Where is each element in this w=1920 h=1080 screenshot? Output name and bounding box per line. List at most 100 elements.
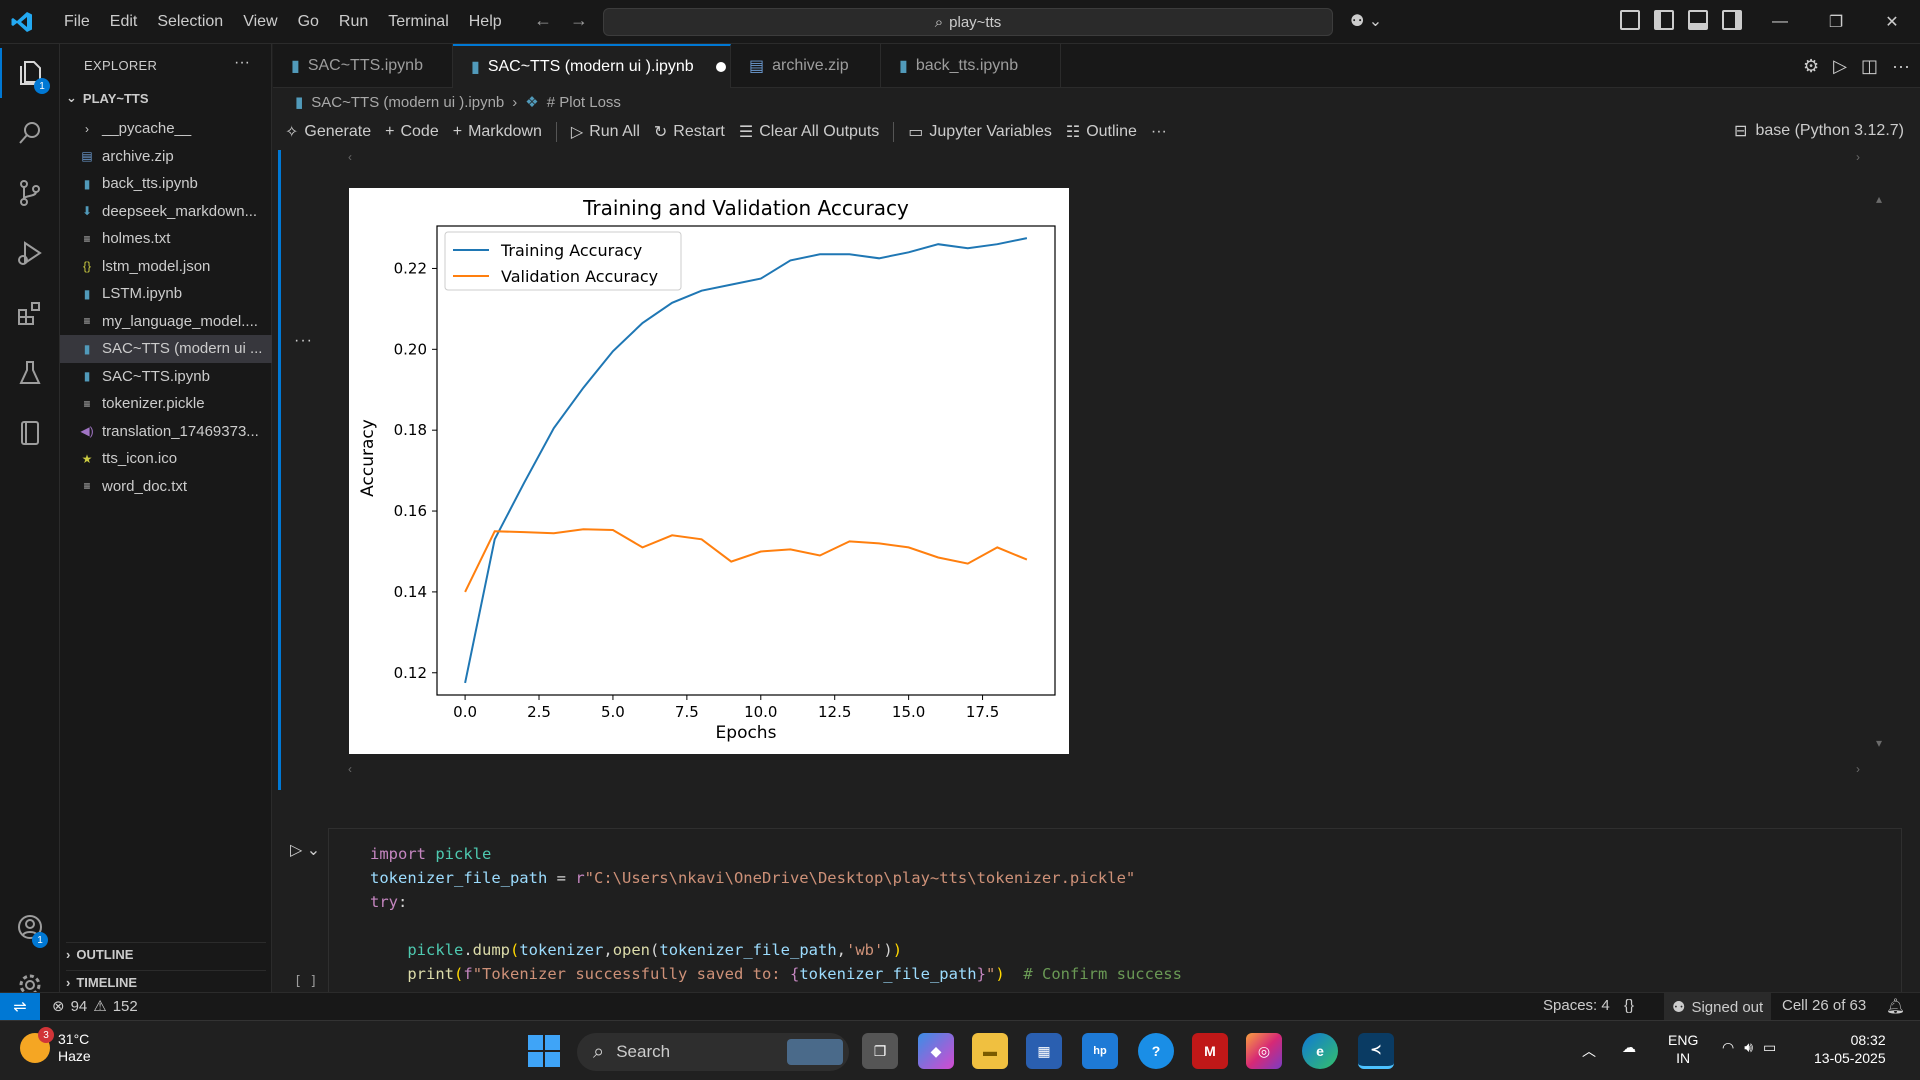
toggle-secondary-sidebar-icon[interactable] — [1722, 10, 1742, 30]
menu-selection[interactable]: Selection — [147, 13, 233, 31]
scroll-up-icon[interactable]: ‹ — [348, 150, 352, 164]
menu-run[interactable]: Run — [329, 13, 378, 31]
scroll-up-arrow-icon[interactable]: ▴ — [1876, 192, 1882, 206]
tree-item-pycache[interactable]: › __pycache__ — [60, 115, 272, 143]
tree-item-lstm-json[interactable]: {} lstm_model.json — [60, 253, 272, 281]
add-code-button[interactable]: + Code — [385, 123, 439, 141]
menu-go[interactable]: Go — [288, 13, 329, 31]
menu-file[interactable]: File — [54, 13, 100, 31]
menu-help[interactable]: Help — [459, 13, 512, 31]
timeline-section[interactable]: › TIMELINE — [66, 970, 266, 990]
kernel-picker[interactable]: ⊟ base (Python 3.12.7) — [1734, 121, 1904, 141]
tree-item-translation[interactable]: ◀) translation_17469373... — [60, 418, 272, 446]
tree-item-holmes[interactable]: ≡ holmes.txt — [60, 225, 272, 253]
output-more-icon[interactable]: ··· — [294, 332, 313, 350]
tab-sac-tts[interactable]: ▮ SAC~TTS.ipynb — [273, 44, 453, 88]
breadcrumb-section[interactable]: # Plot Loss — [547, 94, 621, 111]
run-cell-button[interactable]: ▷ ⌄ — [290, 840, 320, 860]
tab-archive[interactable]: ▤ archive.zip — [731, 44, 881, 88]
windows-start-icon[interactable] — [528, 1035, 560, 1067]
more-actions-icon[interactable]: ··· — [1892, 56, 1910, 77]
tab-back-tts[interactable]: ▮ back_tts.ipynb — [881, 44, 1061, 88]
scroll-down-arrow-icon[interactable]: ▾ — [1876, 736, 1882, 750]
more-actions-icon[interactable]: ··· — [234, 54, 250, 72]
show-hidden-icons-icon[interactable]: ︿ — [1582, 1041, 1596, 1061]
restore-icon[interactable]: ❐ — [1808, 0, 1864, 44]
microsoft-store-icon[interactable]: ▦ — [1026, 1033, 1062, 1069]
settings-gear-icon[interactable]: ⚙ — [1803, 56, 1819, 77]
cell-position-indicator[interactable]: Cell 26 of 63 — [1782, 997, 1866, 1014]
tree-item-sac-tts[interactable]: ▮ SAC~TTS.ipynb — [60, 363, 272, 391]
language-indicator[interactable]: ENG IN — [1668, 1031, 1698, 1067]
search-activity[interactable] — [0, 108, 60, 158]
menu-view[interactable]: View — [233, 13, 287, 31]
tree-item-word-doc[interactable]: ≡ word_doc.txt — [60, 473, 272, 501]
scroll-right-icon[interactable]: › — [1856, 762, 1860, 776]
toggle-primary-sidebar-icon[interactable] — [1654, 10, 1674, 30]
close-icon[interactable]: ✕ — [1864, 0, 1920, 44]
scroll-right-icon[interactable]: › — [1856, 150, 1860, 164]
language-mode-icon[interactable]: {} — [1624, 997, 1634, 1014]
tree-item-deepseek[interactable]: ⬇ deepseek_markdown... — [60, 198, 272, 226]
scroll-left-icon[interactable]: ‹ — [348, 762, 352, 776]
vscode-taskbar-icon[interactable]: ≺ — [1358, 1033, 1394, 1069]
testing-activity[interactable] — [0, 348, 60, 398]
add-markdown-button[interactable]: + Markdown — [453, 123, 542, 141]
forward-arrow-icon[interactable]: → — [570, 10, 588, 31]
tree-item-back-tts[interactable]: ▮ back_tts.ipynb — [60, 170, 272, 198]
restart-button[interactable]: ↻ Restart — [654, 122, 725, 142]
run-icon[interactable]: ▷ — [1833, 56, 1847, 77]
back-arrow-icon[interactable]: ← — [534, 10, 552, 31]
onedrive-icon[interactable]: ☁ — [1622, 1039, 1636, 1056]
accounts-activity[interactable]: 1 — [0, 902, 60, 952]
command-center-search[interactable]: ⌕ play~tts — [603, 8, 1333, 36]
task-view-icon[interactable]: ❐ — [862, 1033, 898, 1069]
outline-button[interactable]: ☷ Outline — [1066, 122, 1137, 142]
tree-item-tts-icon[interactable]: ★ tts_icon.ico — [60, 445, 272, 473]
tree-item-lstm-notebook[interactable]: ▮ LSTM.ipynb — [60, 280, 272, 308]
folder-header[interactable]: ⌄ PLAY~TTS — [66, 90, 149, 106]
clock[interactable]: 08:32 13-05-2025 — [1814, 1031, 1886, 1067]
help-app-icon[interactable]: ? — [1138, 1033, 1174, 1069]
menu-edit[interactable]: Edit — [100, 13, 148, 31]
extensions-activity[interactable] — [0, 288, 60, 338]
clear-outputs-button[interactable]: ☰ Clear All Outputs — [739, 122, 879, 142]
more-actions-icon[interactable]: ··· — [1151, 123, 1167, 141]
minimize-icon[interactable]: — — [1752, 0, 1808, 44]
menu-terminal[interactable]: Terminal — [378, 13, 458, 31]
weather-widget[interactable]: 3 31°C Haze — [20, 1027, 91, 1065]
jupyter-variables-button[interactable]: ▭ Jupyter Variables — [908, 122, 1052, 142]
tree-item-archive[interactable]: ▤ archive.zip — [60, 143, 272, 171]
mcafee-icon[interactable]: M — [1192, 1033, 1228, 1069]
explorer-activity[interactable]: 1 — [0, 48, 60, 98]
tree-item-my-language-model[interactable]: ≡ my_language_model.... — [60, 308, 272, 336]
copilot-icon[interactable]: ⚉ ⌄ — [1350, 11, 1382, 31]
breadcrumb-file[interactable]: SAC~TTS (modern ui ).ipynb — [311, 94, 504, 111]
tree-item-tokenizer[interactable]: ≡ tokenizer.pickle — [60, 390, 272, 418]
copilot-app-icon[interactable]: ◆ — [918, 1033, 954, 1069]
source-control-activity[interactable] — [0, 168, 60, 218]
run-all-button[interactable]: ▷ Run All — [571, 122, 640, 142]
split-editor-icon[interactable]: ◫ — [1861, 56, 1878, 77]
customize-layout-icon[interactable] — [1620, 10, 1640, 30]
run-debug-activity[interactable] — [0, 228, 60, 278]
remote-indicator-icon[interactable]: ⇌ — [0, 993, 40, 1021]
toggle-panel-icon[interactable] — [1688, 10, 1708, 30]
edge-browser-icon[interactable]: e — [1302, 1033, 1338, 1069]
instagram-icon[interactable]: ◎ — [1246, 1033, 1282, 1069]
tree-item-sac-tts-modern[interactable]: ▮ SAC~TTS (modern ui ... — [60, 335, 272, 363]
unsaved-dot-icon[interactable] — [715, 62, 726, 72]
taskbar-search[interactable]: ⌕ Search — [577, 1033, 849, 1071]
signed-out-indicator[interactable]: ⚉ Signed out — [1664, 993, 1772, 1021]
system-tray[interactable]: ◠ 🔊︎ ▭ — [1722, 1039, 1776, 1056]
indentation-indicator[interactable]: Spaces: 4 — [1543, 997, 1610, 1014]
problems-indicator[interactable]: ⊗ 94 ⚠ 152 — [52, 997, 138, 1016]
file-explorer-icon[interactable]: ▬ — [972, 1033, 1008, 1069]
outline-section[interactable]: › OUTLINE — [66, 942, 266, 962]
myhp-app-icon[interactable]: hp — [1082, 1033, 1118, 1069]
notifications-bell-icon[interactable]: 🔔︎ — [1886, 997, 1905, 1015]
tab-sac-tts-modern[interactable]: ▮ SAC~TTS (modern ui ).ipynb — [453, 44, 731, 88]
code-text[interactable]: import pickle tokenizer_file_path = r"C:… — [370, 842, 1182, 986]
notebook-activity[interactable] — [0, 408, 60, 458]
generate-button[interactable]: ✧ Generate — [285, 122, 371, 142]
